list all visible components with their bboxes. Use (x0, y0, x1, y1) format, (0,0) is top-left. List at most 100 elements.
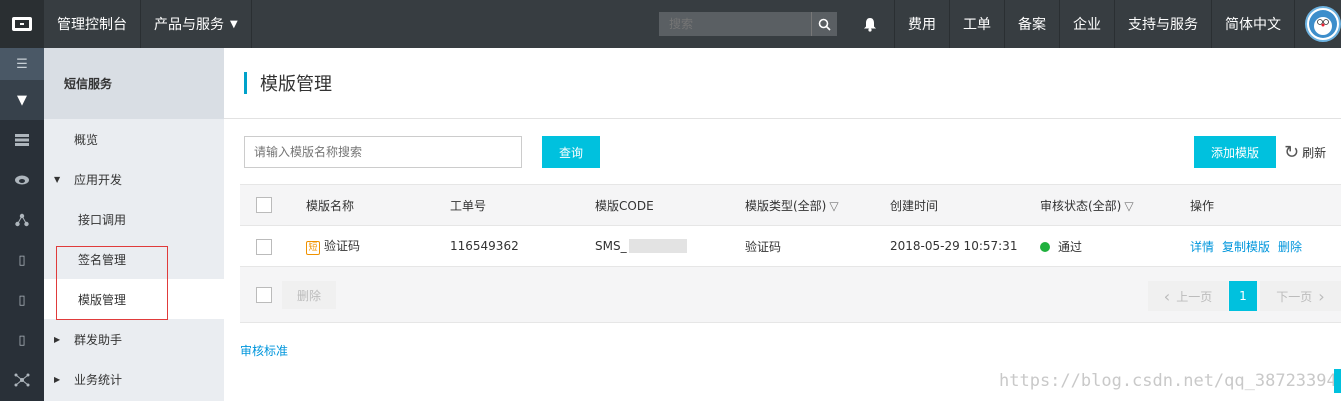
sidebar-title: 短信服务 (44, 48, 224, 119)
top-navbar: 管理控制台 产品与服务 ▼ 费用 工单 备案 企业 支持与服务 简体中文 (0, 0, 1341, 48)
add-template-button[interactable]: 添加模版 (1194, 136, 1276, 168)
main-content: 模版管理 查询 添加模版 ↻ 刷新 模版名称 工单号 模版CODE 模版类型(全… (224, 48, 1341, 401)
console-label: 管理控制台 (57, 17, 127, 33)
chevron-left-icon: ‹ (1163, 286, 1171, 306)
refresh-icon: ↻ (1284, 141, 1300, 163)
icon-rail: ☰ ▼ ▯ ▯ ▯ (0, 48, 44, 401)
filter-icon[interactable]: ▽ (829, 199, 838, 213)
select-all-checkbox[interactable] (256, 197, 272, 213)
row-ticket: 116549362 (450, 239, 519, 253)
sidebar-item-label: 业务统计 (74, 372, 123, 387)
sidebar-item-label: 接口调用 (78, 212, 127, 227)
console-link[interactable]: 管理控制台 (44, 0, 141, 48)
nav-support[interactable]: 支持与服务 (1115, 0, 1212, 48)
batch-delete-button[interactable]: 删除 (282, 281, 336, 309)
caret-down-icon: ▼ (230, 18, 238, 30)
row-code-text: SMS_ (595, 239, 627, 253)
table-row: 短验证码 116549362 SMS_ 验证码 2018-05-29 10:57… (240, 225, 1341, 267)
col-ticket: 工单号 (450, 198, 487, 213)
filter-icon[interactable]: ▽ (1124, 199, 1133, 213)
query-button[interactable]: 查询 (542, 136, 600, 168)
square-icon[interactable]: ▯ (0, 320, 44, 360)
title-accent-bar (244, 72, 247, 94)
network-icon[interactable] (0, 200, 44, 240)
next-page-label: 下一页 (1276, 289, 1313, 304)
nav-fees[interactable]: 费用 (895, 0, 950, 48)
sidebar: 短信服务 概览 ▼ 应用开发 接口调用 签名管理 模版管理 ▶ 群发助手 ▶ 业务统计 (44, 48, 224, 401)
cluster-icon[interactable] (0, 360, 44, 400)
nav-support-label: 支持与服务 (1128, 17, 1198, 33)
row-name: 短验证码 (306, 237, 360, 255)
products-menu[interactable]: 产品与服务 ▼ (141, 0, 252, 48)
col-type-label: 模版类型(全部) (745, 198, 827, 213)
caret-down-icon[interactable]: ▼ (0, 80, 44, 120)
menu-icon[interactable]: ☰ (0, 48, 44, 80)
row-status: 通过 (1040, 238, 1082, 255)
template-search-input[interactable] (244, 136, 522, 168)
sidebar-item-api-call[interactable]: 接口调用 (44, 199, 224, 239)
sidebar-group-bulk[interactable]: ▶ 群发助手 (44, 319, 224, 359)
row-checkbox[interactable] (256, 239, 272, 255)
col-code: 模版CODE (595, 198, 654, 213)
sms-tag-icon: 短 (306, 241, 320, 255)
aliyun-logo-icon[interactable] (0, 0, 44, 48)
col-ops: 操作 (1190, 198, 1215, 213)
nav-enterprise[interactable]: 企业 (1060, 0, 1115, 48)
global-search (659, 12, 837, 36)
nav-filing-label: 备案 (1018, 17, 1046, 33)
copy-template-link[interactable]: 复制模版 (1222, 240, 1270, 254)
global-search-input[interactable] (659, 12, 811, 36)
next-page-button[interactable]: 下一页 › (1260, 281, 1341, 311)
nav-filing[interactable]: 备案 (1005, 0, 1060, 48)
nav-language-label: 简体中文 (1225, 17, 1281, 33)
refresh-button[interactable]: ↻ 刷新 (1284, 136, 1326, 168)
row-ops: 详情 复制模版 删除 (1190, 238, 1310, 255)
nav-enterprise-label: 企业 (1073, 17, 1101, 33)
search-icon[interactable] (811, 12, 837, 36)
col-created: 创建时间 (890, 198, 939, 213)
square-icon[interactable]: ▯ (0, 280, 44, 320)
server-icon[interactable] (0, 120, 44, 160)
row-type: 验证码 (745, 239, 782, 254)
footer-select-all-checkbox[interactable] (256, 287, 272, 303)
delete-link[interactable]: 删除 (1278, 240, 1302, 254)
highlight-box (56, 246, 168, 320)
col-type[interactable]: 模版类型(全部) ▽ (745, 197, 839, 214)
sidebar-item-label: 群发助手 (74, 332, 123, 347)
sidebar-group-app-dev[interactable]: ▼ 应用开发 (44, 159, 224, 199)
feedback-edge-tab[interactable] (1334, 369, 1341, 393)
nav-language[interactable]: 简体中文 (1212, 0, 1295, 48)
nav-tickets[interactable]: 工单 (950, 0, 1005, 48)
col-status-label: 审核状态(全部) (1040, 198, 1122, 213)
row-code: SMS_ (595, 239, 687, 253)
col-name: 模版名称 (306, 198, 355, 213)
triangle-right-icon: ▶ (54, 374, 61, 384)
status-ok-icon (1040, 241, 1050, 252)
triangle-down-icon: ▼ (54, 174, 61, 184)
template-table: 模版名称 工单号 模版CODE 模版类型(全部) ▽ 创建时间 审核状态(全部) ▽… (240, 184, 1341, 323)
toolbar: 查询 添加模版 ↻ 刷新 (244, 136, 1334, 168)
watermark: https://blog.csdn.net/qq_38723394 (999, 371, 1337, 391)
prev-page-button[interactable]: ‹ 上一页 (1148, 281, 1228, 311)
nav-fees-label: 费用 (908, 17, 936, 33)
sidebar-item-overview[interactable]: 概览 (44, 119, 224, 159)
avatar[interactable] (1305, 6, 1341, 42)
chevron-right-icon: › (1318, 286, 1325, 306)
nav-tickets-label: 工单 (963, 17, 991, 33)
sidebar-item-label: 应用开发 (74, 172, 123, 187)
detail-link[interactable]: 详情 (1190, 240, 1214, 254)
masked-code (628, 239, 687, 253)
page-number-button[interactable]: 1 (1229, 281, 1257, 311)
bell-icon[interactable] (845, 0, 895, 48)
prev-page-label: 上一页 (1176, 289, 1213, 304)
table-footer: 删除 ‹ 上一页 1 下一页 › (240, 267, 1341, 323)
col-status[interactable]: 审核状态(全部) ▽ (1040, 197, 1134, 214)
status-badge: 通过 (1058, 239, 1083, 254)
audit-standard-link[interactable]: 审核标准 (240, 342, 288, 359)
cloud-icon[interactable] (0, 160, 44, 200)
triangle-right-icon: ▶ (54, 334, 61, 344)
page-title: 模版管理 (260, 74, 332, 95)
row-created: 2018-05-29 10:57:31 (890, 239, 1018, 253)
square-icon[interactable]: ▯ (0, 240, 44, 280)
sidebar-group-stats[interactable]: ▶ 业务统计 (44, 359, 224, 399)
